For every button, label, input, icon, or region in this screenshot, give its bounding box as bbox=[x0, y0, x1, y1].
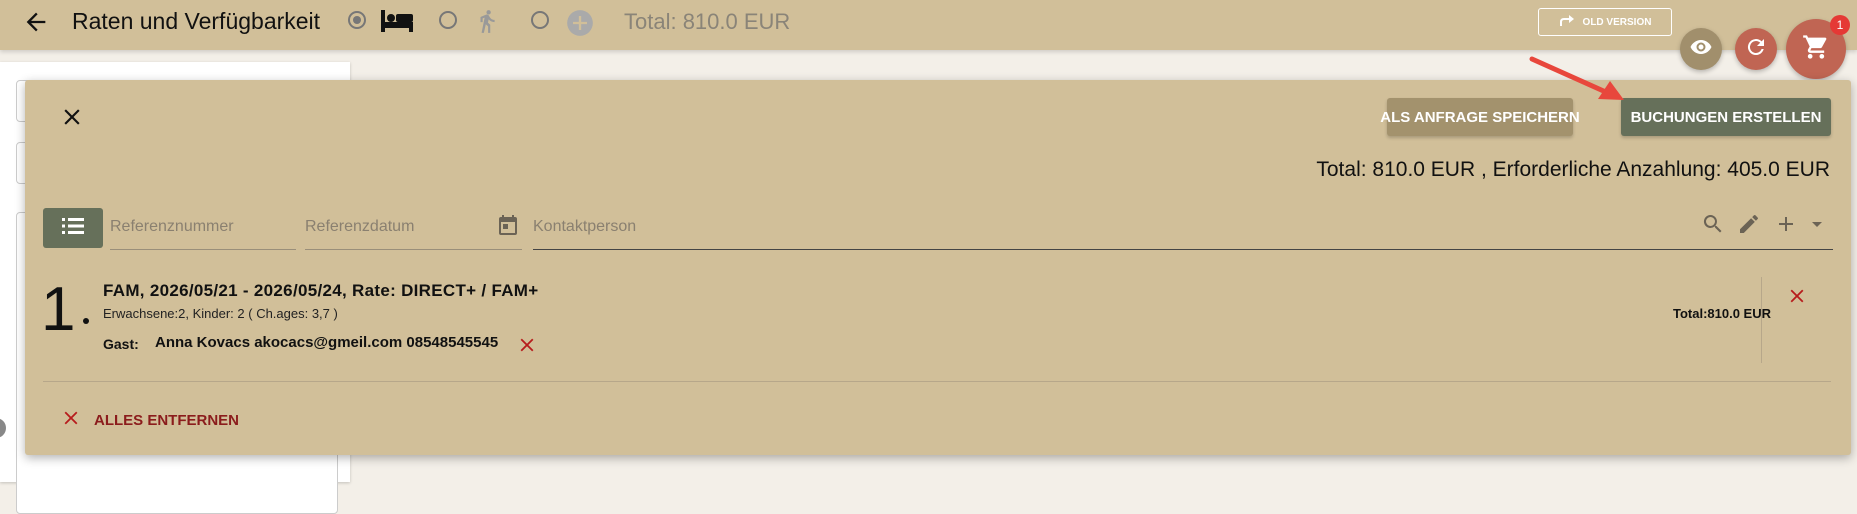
preview-button[interactable] bbox=[1680, 28, 1722, 70]
totals-summary: Total: 810.0 EUR , Erforderliche Anzahlu… bbox=[1316, 158, 1830, 181]
eye-icon bbox=[1689, 35, 1713, 64]
search-icon[interactable] bbox=[1701, 212, 1725, 241]
item-title: FAM, 2026/05/21 - 2026/05/24, Rate: DIRE… bbox=[103, 281, 539, 300]
reference-date-field[interactable]: Referenzdatum bbox=[305, 215, 522, 250]
contact-person-field[interactable]: Kontaktperson bbox=[533, 215, 1833, 250]
guest-info: Anna Kovacs akocacs@gmeil.com 0854854554… bbox=[155, 334, 499, 351]
reference-number-field[interactable]: Referenznummer bbox=[110, 215, 296, 250]
filter-radio-extras[interactable] bbox=[531, 11, 549, 29]
old-version-label: OLD VERSION bbox=[1582, 16, 1652, 28]
create-bookings-button[interactable]: BUCHUNGEN ERSTELLEN bbox=[1621, 98, 1831, 136]
cart-icon bbox=[1802, 33, 1830, 66]
edit-pencil-icon[interactable] bbox=[1737, 212, 1761, 241]
reference-date-placeholder: Referenzdatum bbox=[305, 218, 415, 235]
refresh-icon bbox=[1744, 35, 1768, 64]
chevron-down-icon[interactable] bbox=[1805, 212, 1829, 241]
remove-all-button[interactable]: ALLES ENTFERNEN bbox=[60, 407, 239, 433]
filter-radio-rooms[interactable] bbox=[348, 11, 366, 29]
item-divider bbox=[1761, 277, 1762, 363]
item-guests-details: Erwachsene:2, Kinder: 2 ( Ch.ages: 3,7 ) bbox=[103, 306, 338, 321]
filter-radio-activities[interactable] bbox=[439, 11, 457, 29]
page-title: Raten und Verfügbarkeit bbox=[72, 8, 321, 34]
close-icon[interactable] bbox=[59, 104, 85, 130]
annotation-arrow-icon bbox=[1528, 55, 1628, 110]
reference-number-placeholder: Referenznummer bbox=[110, 218, 234, 235]
cart-count-badge: 1 bbox=[1830, 15, 1850, 35]
top-bar: Raten und Verfügbarkeit Total: 810.0 EUR… bbox=[0, 0, 1857, 50]
booking-panel: ALS ANFRAGE SPEICHERN BUCHUNGEN ERSTELLE… bbox=[25, 80, 1851, 455]
remove-all-label: ALLES ENTFERNEN bbox=[94, 411, 240, 429]
guest-label: Gast: bbox=[103, 336, 139, 352]
list-icon bbox=[61, 216, 85, 241]
close-icon bbox=[60, 407, 82, 433]
item-total: Total:810.0 EUR bbox=[1672, 306, 1771, 321]
walking-person-icon bbox=[474, 6, 500, 41]
calendar-icon[interactable] bbox=[496, 213, 520, 244]
add-circle-icon bbox=[566, 9, 594, 42]
list-toggle-button[interactable] bbox=[43, 208, 103, 248]
bed-icon bbox=[380, 8, 414, 39]
contact-person-placeholder: Kontaktperson bbox=[533, 218, 637, 235]
old-version-button[interactable]: OLD VERSION bbox=[1538, 8, 1672, 36]
remove-guest-icon[interactable] bbox=[516, 334, 538, 361]
refresh-button[interactable] bbox=[1735, 28, 1777, 70]
back-arrow-icon[interactable] bbox=[22, 8, 50, 36]
add-icon[interactable] bbox=[1774, 212, 1798, 241]
remove-item-icon[interactable] bbox=[1786, 285, 1808, 312]
item-number-dot bbox=[83, 318, 89, 324]
list-divider bbox=[43, 381, 1831, 382]
item-number: 1 bbox=[41, 275, 76, 344]
cart-button[interactable]: 1 bbox=[1786, 15, 1850, 79]
redo-arrow-icon bbox=[1559, 14, 1575, 30]
header-total: Total: 810.0 EUR bbox=[624, 9, 791, 34]
